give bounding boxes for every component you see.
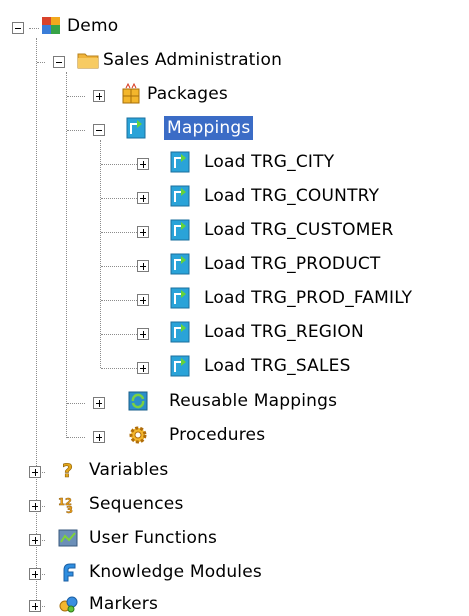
- package-icon: [120, 82, 142, 106]
- tree-node-user-functions[interactable]: User Functions: [86, 526, 220, 550]
- procedure-gear-icon: [127, 423, 149, 447]
- tree-guide-line: [101, 266, 141, 267]
- tree-guide-line: [37, 62, 45, 63]
- tree-guide-line: [67, 96, 85, 97]
- knowledge-module-icon: [57, 560, 79, 584]
- expand-toggle[interactable]: [29, 500, 41, 512]
- collapse-toggle[interactable]: [12, 22, 24, 34]
- tree-node-sequences[interactable]: Sequences: [86, 492, 187, 516]
- expand-toggle[interactable]: [137, 226, 149, 238]
- tree-node-demo[interactable]: Demo: [64, 14, 121, 38]
- tree-guide-line: [36, 38, 37, 606]
- tree-node-mappings[interactable]: Mappings: [164, 116, 254, 140]
- tree-node-mapping-item[interactable]: Load TRG_CUSTOMER: [201, 218, 397, 242]
- expand-toggle[interactable]: [137, 328, 149, 340]
- tree-node-mapping-item[interactable]: Load TRG_SALES: [201, 354, 354, 378]
- expand-toggle[interactable]: [137, 158, 149, 170]
- tree-node-sales-administration[interactable]: Sales Administration: [100, 48, 285, 72]
- reusable-mapping-icon: [127, 389, 149, 413]
- expand-toggle[interactable]: [29, 600, 41, 612]
- user-function-icon: [57, 526, 79, 550]
- tree-guide-line: [101, 232, 141, 233]
- expand-toggle[interactable]: [93, 431, 105, 443]
- tree-guide-line: [67, 437, 85, 438]
- mapping-icon: [169, 354, 191, 378]
- mapping-icon: [169, 184, 191, 208]
- project-tree[interactable]: Demo Sales Administration Packages Mappi…: [0, 0, 469, 616]
- svg-text:3: 3: [66, 505, 73, 516]
- collapse-toggle[interactable]: [53, 56, 65, 68]
- folder-icon: [77, 48, 99, 72]
- variable-question-icon: ?: [57, 458, 79, 482]
- expand-toggle[interactable]: [137, 294, 149, 306]
- tree-guide-line: [101, 164, 141, 165]
- expand-toggle[interactable]: [93, 397, 105, 409]
- tree-guide-line: [101, 300, 141, 301]
- mapping-icon: [125, 116, 147, 140]
- expand-toggle[interactable]: [137, 260, 149, 272]
- tree-node-variables[interactable]: Variables: [86, 458, 172, 482]
- expand-toggle[interactable]: [29, 466, 41, 478]
- tree-node-markers[interactable]: Markers: [86, 592, 161, 616]
- expand-toggle[interactable]: [29, 534, 41, 546]
- tree-guide-line: [66, 72, 67, 438]
- mapping-icon: [169, 218, 191, 242]
- svg-text:?: ?: [62, 460, 73, 482]
- mapping-icon: [169, 252, 191, 276]
- marker-icon: [57, 592, 79, 616]
- tree-node-packages[interactable]: Packages: [144, 82, 231, 106]
- mapping-icon: [169, 320, 191, 344]
- tree-node-mapping-item[interactable]: Load TRG_REGION: [201, 320, 367, 344]
- expand-toggle[interactable]: [137, 362, 149, 374]
- tree-node-mapping-item[interactable]: Load TRG_PROD_FAMILY: [201, 286, 415, 310]
- tree-guide-line: [29, 28, 39, 29]
- tree-node-mapping-item[interactable]: Load TRG_CITY: [201, 150, 337, 174]
- tree-node-reusable-mappings[interactable]: Reusable Mappings: [166, 389, 340, 413]
- mapping-icon: [169, 286, 191, 310]
- tree-guide-line: [101, 368, 141, 369]
- expand-toggle[interactable]: [29, 568, 41, 580]
- sequence-123-icon: 12 3: [57, 492, 79, 516]
- tree-guide-line: [67, 130, 85, 131]
- tree-guide-line: [101, 198, 141, 199]
- expand-toggle[interactable]: [93, 90, 105, 102]
- tree-node-mapping-item[interactable]: Load TRG_PRODUCT: [201, 252, 384, 276]
- tree-node-procedures[interactable]: Procedures: [166, 423, 268, 447]
- tree-node-mapping-item[interactable]: Load TRG_COUNTRY: [201, 184, 382, 208]
- project-icon: [40, 14, 62, 38]
- tree-guide-line: [67, 403, 85, 404]
- expand-toggle[interactable]: [137, 192, 149, 204]
- tree-node-knowledge-modules[interactable]: Knowledge Modules: [86, 560, 265, 584]
- mapping-icon: [169, 150, 191, 174]
- collapse-toggle[interactable]: [93, 124, 105, 136]
- tree-guide-line: [101, 334, 141, 335]
